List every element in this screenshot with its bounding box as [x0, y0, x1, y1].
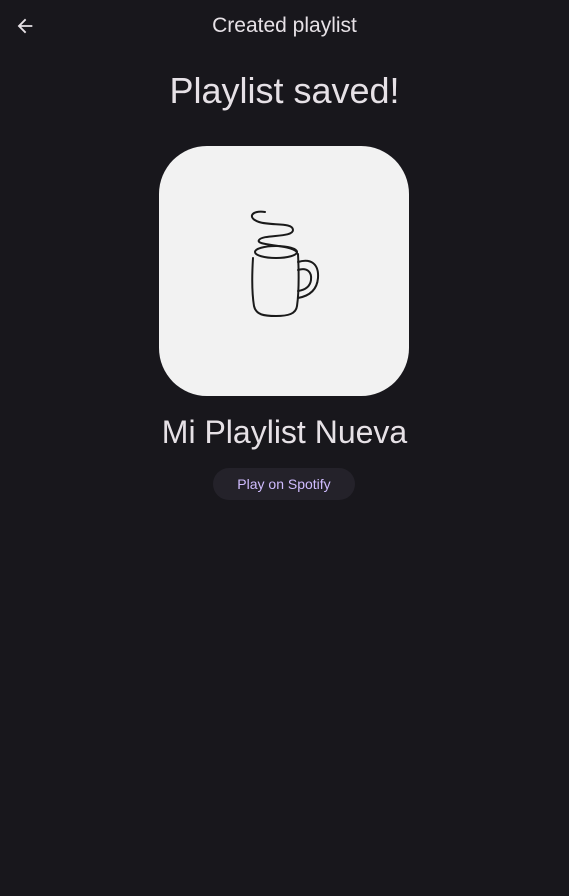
play-on-spotify-button[interactable]: Play on Spotify	[213, 468, 355, 500]
playlist-cover	[159, 146, 409, 396]
created-playlist-screen: Created playlist Playlist saved! Mi Play…	[0, 0, 569, 896]
page-title: Created playlist	[212, 14, 357, 37]
top-app-bar: Created playlist	[0, 0, 569, 52]
coffee-mug-line-art-icon	[250, 210, 320, 317]
saved-headline: Playlist saved!	[169, 70, 400, 111]
playlist-name: Mi Playlist Nueva	[161, 414, 408, 450]
